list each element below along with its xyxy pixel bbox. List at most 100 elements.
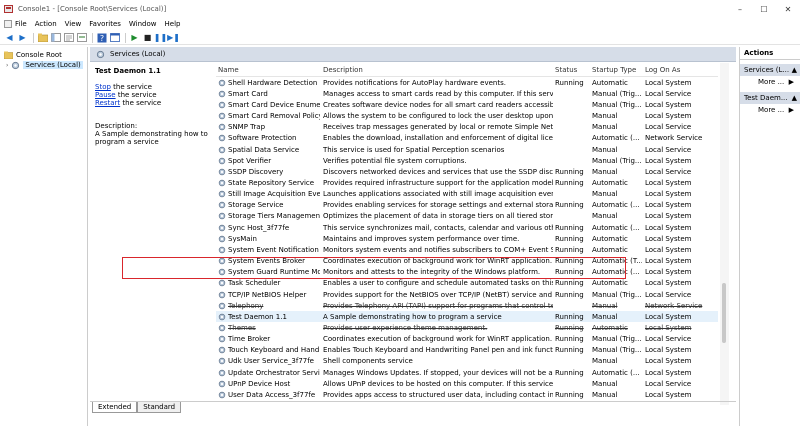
forward-arrow-icon[interactable]: ▶ [17,32,28,43]
service-log-on-as: Local System [645,201,692,210]
properties-icon[interactable] [109,32,120,43]
menu-help[interactable]: Help [165,20,181,28]
table-row[interactable]: Software Protection Enables the download,… [216,133,718,144]
service-startup-type: Manual (Trig... [592,100,642,109]
chevron-right-icon[interactable]: › [6,62,8,69]
service-description: Allows the system to be configured to lo… [323,112,553,121]
table-row[interactable]: Smart Card Removal Policy Allows the syst… [216,110,718,121]
service-status: Running [555,368,584,377]
column-header-log-on-as[interactable]: Log On As [642,66,718,74]
restart-service-icon[interactable]: ▶❚ [167,32,180,43]
column-header-name[interactable]: Name [216,66,320,74]
table-row[interactable]: State Repository Service Provides require… [216,177,718,188]
refresh-icon[interactable] [63,32,74,43]
menu-window[interactable]: Window [129,20,157,28]
pause-service-link[interactable]: Pause [95,91,116,99]
table-row[interactable]: SysMain Maintains and improves system per… [216,233,718,244]
maximize-button[interactable]: ☐ [752,0,776,18]
table-row[interactable]: Update Orchestrator Service Manages Windo… [216,367,718,378]
service-name: TCP/IP NetBIOS Helper [228,290,307,299]
table-row[interactable]: User Data Access_3f77fe Provides apps acc… [216,389,718,400]
minimize-button[interactable]: – [728,0,752,18]
service-status: Running [555,390,584,399]
console-tree-icon[interactable] [50,32,61,43]
table-row[interactable]: Task Scheduler Enables a user to configur… [216,278,718,289]
service-description: Provides Telephony API (TAPI) support fo… [323,301,553,310]
export-list-icon[interactable] [76,32,87,43]
table-row[interactable]: UPnP Device Host Allows UPnP devices to b… [216,378,718,389]
column-header-description[interactable]: Description [320,66,553,74]
tree-item-label: Services (Local) [23,61,83,69]
up-folder-icon[interactable] [37,32,48,43]
service-description: Provides required infrastructure support… [323,178,553,187]
menu-file[interactable]: File [15,20,27,28]
service-log-on-as: Local System [645,357,692,366]
table-row[interactable]: Storage Service Provides enabling service… [216,200,718,211]
service-name-cell: System Guard Runtime Mo... [216,268,320,276]
table-row[interactable]: Spatial Data Service This service is used… [216,144,718,155]
table-row[interactable]: System Events Broker Coordinates executio… [216,256,718,267]
actions-section-services[interactable]: Services (L... ▲ [740,64,800,76]
service-status: Running [555,78,584,87]
table-row[interactable]: SNMP Trap Receives trap messages generate… [216,122,718,133]
service-name-cell: SNMP Trap [216,123,320,131]
restart-service-link[interactable]: Restart [95,99,120,107]
service-gear-icon [218,190,226,198]
table-row[interactable]: Udk User Service_3f77fe Shell components … [216,356,718,367]
table-row[interactable]: Sync Host_3f77fe This service synchronize… [216,222,718,233]
table-row[interactable]: Still Image Acquisition EventsLaunches a… [216,189,718,200]
menu-action[interactable]: Action [35,20,57,28]
pause-service-icon[interactable]: ❚❚ [154,32,167,43]
service-gear-icon [218,146,226,154]
table-row[interactable]: Touch Keyboard and Hand... Enables Touch … [216,345,718,356]
service-name-cell: System Event Notification S... [216,246,320,254]
table-row[interactable]: Themes Provides user experience theme man… [216,322,718,333]
table-row[interactable]: Telephony Provides Telephony API (TAPI) s… [216,300,718,311]
table-row[interactable]: TCP/IP NetBIOS Helper Provides support fo… [216,289,718,300]
column-header-startup-type[interactable]: Startup Type [589,66,642,74]
actions-more-test-daemon[interactable]: More ... ▶ [740,104,800,116]
service-gear-icon [218,302,226,310]
tab-standard[interactable]: Standard [137,402,182,413]
table-row[interactable]: Smart Card Device Enumera...Creates soft… [216,99,718,110]
column-header-status[interactable]: Status [553,66,589,74]
tree-item-services-local[interactable]: › Services (Local) [0,60,87,70]
menu-favorites[interactable]: Favorites [89,20,121,28]
table-row[interactable]: Spot Verifier Verifies potential file sys… [216,155,718,166]
table-row[interactable]: Test Daemon 1.1 A Sample demonstrating ho… [216,311,718,323]
service-name-cell: Smart Card Removal Policy [216,112,320,120]
service-name: Software Protection [228,134,297,143]
back-arrow-icon[interactable]: ◀ [4,32,15,43]
table-row[interactable]: SSDP Discovery Discovers networked device… [216,166,718,177]
close-button[interactable]: ✕ [776,0,800,18]
table-row[interactable]: System Event Notification S...Monitors s… [216,244,718,255]
tab-extended[interactable]: Extended [92,402,138,413]
service-name: Spot Verifier [228,156,272,165]
help-icon[interactable]: ? [96,32,107,43]
service-status: Running [555,268,584,277]
menu-view[interactable]: View [65,20,82,28]
collapse-up-icon[interactable]: ▲ [792,66,797,74]
chevron-right-icon: ▶ [788,106,794,114]
stop-line: Stop the service [95,83,209,91]
service-log-on-as: Local System [645,234,692,243]
start-service-icon[interactable]: ▶ [129,32,140,43]
stop-service-icon[interactable]: ■ [142,32,153,43]
service-name-cell: UPnP Device Host [216,380,320,388]
services-header: Services (Local) [90,47,736,62]
tree-item-label: Console Root [16,51,62,59]
table-row[interactable]: Shell Hardware Detection Provides notific… [216,77,718,88]
scrollbar-thumb[interactable] [722,283,726,343]
table-row[interactable]: Storage Tiers Management Optimizes the pl… [216,211,718,222]
table-row[interactable]: Time Broker Coordinates execution of back… [216,334,718,345]
service-gear-icon [218,279,226,287]
vertical-scrollbar[interactable] [720,63,729,405]
tree-item-console-root[interactable]: Console Root [0,50,87,60]
actions-section-test-daemon[interactable]: Test Daem... ▲ [740,92,800,104]
table-row[interactable]: Smart Card Manages access to smart cards … [216,88,718,99]
stop-service-link[interactable]: Stop [95,83,111,91]
actions-more-services[interactable]: More ... ▶ [740,76,800,88]
collapse-up-icon[interactable]: ▲ [792,94,797,102]
title-bar: Console1 - [Console Root\Services (Local… [0,0,800,18]
table-row[interactable]: System Guard Runtime Mo... Monitors and a… [216,267,718,278]
